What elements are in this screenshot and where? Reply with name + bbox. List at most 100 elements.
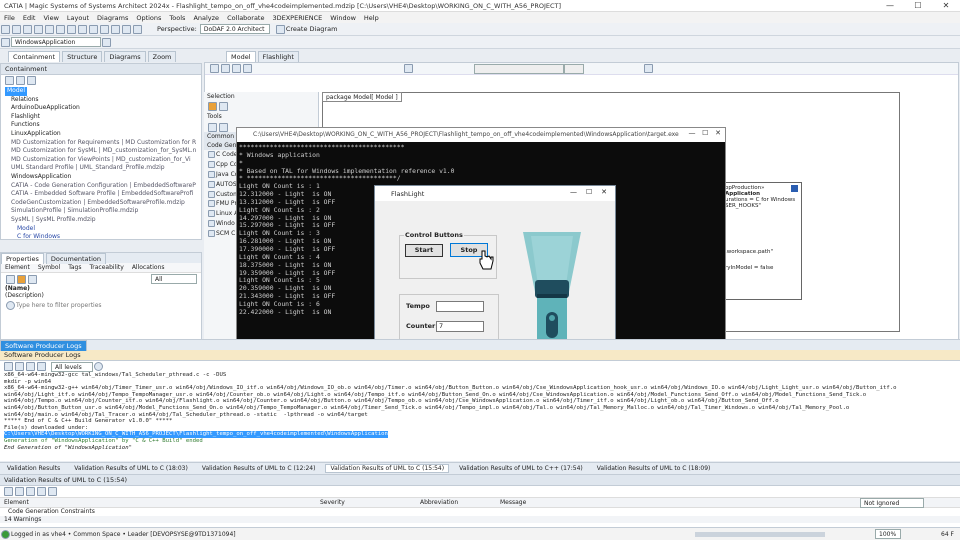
menu-item-view[interactable]: View <box>43 14 58 22</box>
diagram-tab-model[interactable]: Model <box>226 51 256 62</box>
menu-item-window[interactable]: Window <box>330 14 356 22</box>
properties-subtab-tags[interactable]: Tags <box>68 264 81 271</box>
tree-item[interactable]: MD Customization for SysML | MD_customiz… <box>3 147 199 156</box>
paste-icon[interactable] <box>78 24 87 34</box>
props-expand-icon[interactable] <box>28 274 37 284</box>
menu-item-edit[interactable]: Edit <box>23 14 36 22</box>
log-level-select[interactable]: All levels <box>51 361 93 372</box>
scope-options-icon[interactable] <box>102 37 111 47</box>
tree-item[interactable]: SysML | SysML Profile.mdzip <box>3 216 199 225</box>
close-button[interactable]: ✕ <box>932 0 960 12</box>
tree-item[interactable]: Functions <box>3 121 199 130</box>
maximize-button[interactable]: ☐ <box>904 0 932 12</box>
menu-item-file[interactable]: File <box>4 14 15 22</box>
diagram-tab-flashlight[interactable]: Flashlight <box>257 51 299 62</box>
tree-item[interactable]: ArduinoDueApplication <box>3 104 199 113</box>
add-icon[interactable] <box>5 75 14 85</box>
scope-select[interactable]: WindowsApplication <box>11 37 101 47</box>
validation-tool-3-icon[interactable] <box>26 487 35 496</box>
run-icon[interactable] <box>122 24 131 34</box>
validate-icon[interactable] <box>111 24 120 34</box>
validation-tool-1-icon[interactable] <box>4 487 13 496</box>
tree-item[interactable]: CATIA - Code Generation Configuration | … <box>3 182 199 191</box>
start-button[interactable]: Start <box>405 244 443 257</box>
validation-tool-4-icon[interactable] <box>37 487 46 496</box>
diagram-tool-2-icon[interactable] <box>221 64 230 73</box>
tree-item[interactable]: Relations <box>3 96 199 105</box>
console-window-buttons[interactable]: — ☐ ✕ <box>689 129 722 137</box>
diagram-tool-3-icon[interactable] <box>232 64 241 73</box>
validation-tab[interactable]: Validation Results of UML to C++ (17:54) <box>455 465 587 472</box>
validation-tool-5-icon[interactable] <box>48 487 57 496</box>
log-clear-icon[interactable] <box>4 362 13 371</box>
validation-tab[interactable]: Validation Results of UML to C (18:03) <box>70 465 192 472</box>
properties-filter-select[interactable]: All <box>151 274 197 284</box>
save-icon[interactable] <box>23 24 32 34</box>
copy-icon[interactable] <box>67 24 76 34</box>
validation-filter-select[interactable]: Not Ignored <box>860 497 924 508</box>
tab-diagrams[interactable]: Diagrams <box>104 51 146 62</box>
tree-item[interactable]: Model <box>3 87 199 96</box>
tab-structure[interactable]: Structure <box>62 51 103 62</box>
menu-item-options[interactable]: Options <box>136 14 161 22</box>
perspective-select[interactable]: DoDAF 2.0 Architect <box>199 24 270 34</box>
zoom-select[interactable]: 100% <box>875 529 901 539</box>
tempo-input[interactable] <box>436 301 484 312</box>
properties-subtab-element[interactable]: Element <box>5 264 30 271</box>
layout-icon[interactable] <box>404 64 413 73</box>
tab-zoom[interactable]: Zoom <box>147 51 177 62</box>
col-abbreviation[interactable]: Abbreviation <box>420 499 500 506</box>
tree-item[interactable]: CATIA - Embedded Software Profile | Embe… <box>3 190 199 199</box>
validation-row[interactable]: Code Generation Constraints <box>0 508 960 516</box>
font-select[interactable] <box>474 63 564 74</box>
properties-tab-properties[interactable]: Properties <box>1 252 44 264</box>
undo-icon[interactable] <box>34 24 43 34</box>
props-sort-icon[interactable] <box>6 274 15 284</box>
tree-item[interactable]: MD Customization for Requirements | MD C… <box>3 139 199 148</box>
tool-2-icon[interactable] <box>219 122 228 132</box>
tree-item[interactable]: SimulationProfile | SimulationProfile.md… <box>3 207 199 216</box>
properties-subtab-allocations[interactable]: Allocations <box>132 264 165 271</box>
validation-tool-2-icon[interactable] <box>15 487 24 496</box>
tree-item[interactable]: MD Customization for ViewPoints | MD_cus… <box>3 156 199 165</box>
properties-subtab-symbol[interactable]: Symbol <box>38 264 60 271</box>
configuration-box[interactable]: opProduction» Application urations = C f… <box>722 182 802 300</box>
redo-icon[interactable] <box>45 24 54 34</box>
menu-item-analyze[interactable]: Analyze <box>193 14 219 22</box>
find-icon[interactable] <box>100 24 109 34</box>
diagram-tool-1-icon[interactable] <box>210 64 219 73</box>
col-message[interactable]: Message <box>500 499 860 506</box>
counter-input[interactable]: 7 <box>436 321 484 332</box>
col-element[interactable]: Element <box>0 499 320 506</box>
log-search-icon[interactable] <box>94 362 103 371</box>
tree-item[interactable]: CodeGenCustomization | EmbeddedSoftwareP… <box>3 199 199 208</box>
flashlight-window-buttons[interactable]: — ☐ ✕ <box>570 188 607 196</box>
properties-tab-documentation[interactable]: Documentation <box>45 252 106 264</box>
delete-icon[interactable] <box>89 24 98 34</box>
pointer-icon[interactable] <box>208 101 217 111</box>
tree-item[interactable]: UML Standard Profile | UML_Standard_Prof… <box>3 164 199 173</box>
validation-tab[interactable]: Validation Results <box>3 465 64 472</box>
menu-item-tools[interactable]: Tools <box>169 14 185 22</box>
log-filter-icon[interactable] <box>37 362 46 371</box>
name-property[interactable]: (Name) <box>1 285 201 292</box>
cut-icon[interactable] <box>56 24 65 34</box>
properties-filter-input[interactable]: Type here to filter properties <box>16 302 102 309</box>
tree-item[interactable]: WindowsApplication <box>3 173 199 182</box>
menu-item-3dexperience[interactable]: 3DEXPERIENCE <box>272 14 322 22</box>
size-select[interactable] <box>564 63 584 74</box>
validation-tab[interactable]: Validation Results of UML to C (12:24) <box>198 465 320 472</box>
menu-item-diagrams[interactable]: Diagrams <box>97 14 128 22</box>
open-icon[interactable] <box>12 24 21 34</box>
props-highlight-icon[interactable] <box>17 274 26 284</box>
simulate-icon[interactable] <box>133 24 142 34</box>
create-diagram-button[interactable]: Create Diagram <box>286 25 338 33</box>
menu-item-help[interactable]: Help <box>364 14 379 22</box>
log-save-icon[interactable] <box>26 362 35 371</box>
description-property[interactable]: (Description) <box>1 292 201 299</box>
validation-tab[interactable]: Validation Results of UML to C (18:09) <box>593 465 715 472</box>
tree-item[interactable]: LinuxApplication <box>3 130 199 139</box>
diagram-tool-4-icon[interactable] <box>243 64 252 73</box>
new-icon[interactable] <box>1 24 10 34</box>
tree-item[interactable]: Model <box>3 225 199 234</box>
